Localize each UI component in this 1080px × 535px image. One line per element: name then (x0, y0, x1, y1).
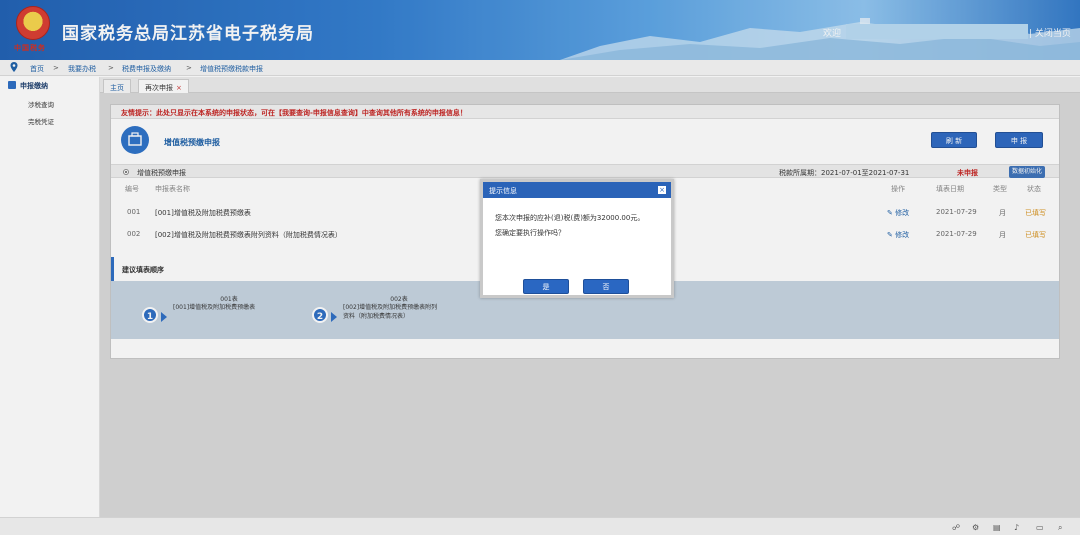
dialog-title: 提示信息 × (483, 182, 671, 198)
dialog-message-amount: 您本次申报的应补(退)税(费)额为32000.00元。 (495, 214, 645, 222)
yes-button[interactable]: 是 (523, 279, 569, 294)
confirm-dialog: 提示信息 × 您本次申报的应补(退)税(费)额为32000.00元。 您确定要执… (480, 179, 674, 298)
close-icon[interactable]: × (658, 186, 666, 194)
dialog-message-confirm: 您确定要执行操作吗？ (495, 229, 565, 237)
no-button[interactable]: 否 (583, 279, 629, 294)
dialog-title-text: 提示信息 (489, 187, 517, 195)
